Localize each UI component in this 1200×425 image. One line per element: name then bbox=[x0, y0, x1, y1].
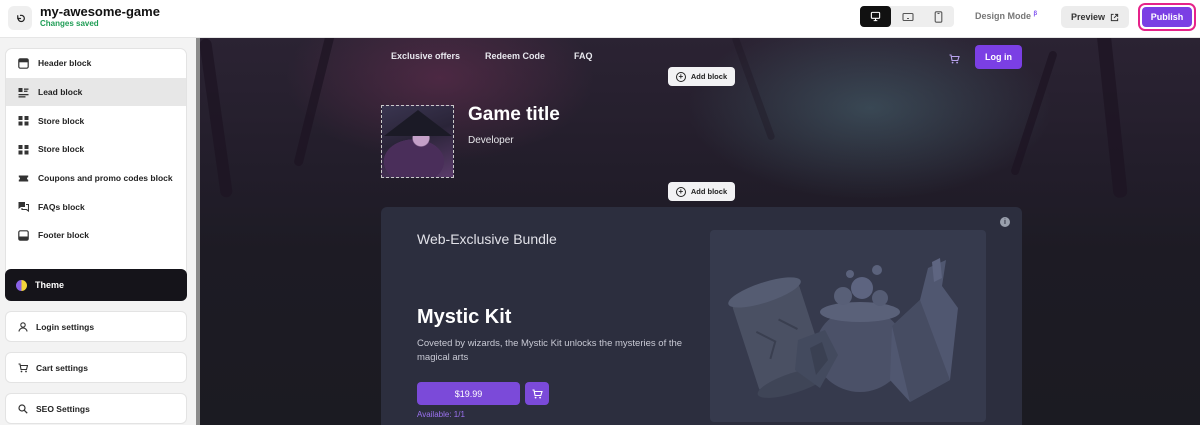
add-block-button[interactable]: + Add block bbox=[668, 182, 735, 201]
coupon-icon bbox=[18, 173, 29, 184]
sidebar-item-label: Lead block bbox=[38, 87, 83, 98]
login-button[interactable]: Log in bbox=[975, 45, 1022, 69]
product-image bbox=[710, 230, 986, 422]
plus-icon: + bbox=[675, 71, 686, 82]
save-status: Changes saved bbox=[40, 19, 99, 28]
seo-settings-label: SEO Settings bbox=[36, 403, 90, 414]
preview-button[interactable]: Preview bbox=[1061, 6, 1129, 28]
login-settings-label: Login settings bbox=[36, 321, 95, 332]
block-list: Header block Lead block Store block Stor… bbox=[5, 48, 187, 298]
sidebar-item-store-block[interactable]: Store block bbox=[6, 135, 186, 164]
publish-highlight: Publish bbox=[1138, 3, 1196, 31]
add-block-label: Add block bbox=[690, 72, 728, 81]
sidebar-item-seo-settings[interactable]: SEO Settings bbox=[5, 393, 187, 424]
sidebar-item-label: FAQs block bbox=[38, 201, 85, 212]
sidebar-item-label: Footer block bbox=[38, 230, 90, 241]
sidebar-item-footer-block[interactable]: Footer block bbox=[6, 221, 186, 250]
footer-block-icon bbox=[18, 230, 29, 241]
tablet-view-button[interactable] bbox=[892, 6, 923, 27]
plus-icon: + bbox=[675, 186, 686, 197]
developer-name[interactable]: Developer bbox=[468, 135, 514, 146]
tablet-landscape-icon bbox=[901, 12, 914, 21]
nav-link-redeem-code[interactable]: Redeem Code bbox=[485, 51, 545, 61]
device-switcher bbox=[860, 6, 954, 27]
sidebar-item-faqs-block[interactable]: FAQs block bbox=[6, 192, 186, 221]
background-tree bbox=[200, 38, 234, 199]
witch-hat-shape bbox=[384, 110, 452, 136]
header-block-icon bbox=[18, 58, 29, 69]
product-name: Mystic Kit bbox=[417, 306, 512, 328]
project-name: my-awesome-game bbox=[40, 4, 160, 19]
background-tree bbox=[731, 38, 776, 141]
sidebar-item-store-block[interactable]: Store block bbox=[6, 106, 186, 135]
mobile-view-button[interactable] bbox=[923, 6, 954, 27]
nav-link-exclusive-offers[interactable]: Exclusive offers bbox=[391, 51, 460, 61]
bundle-label: Web-Exclusive Bundle bbox=[417, 231, 557, 247]
store-block-icon bbox=[18, 115, 29, 126]
add-to-cart-button[interactable] bbox=[525, 382, 549, 405]
lead-block-icon bbox=[18, 87, 29, 98]
beta-badge: β bbox=[1033, 11, 1038, 17]
sidebar-item-login-settings[interactable]: Login settings bbox=[5, 311, 187, 342]
info-icon[interactable]: i bbox=[1000, 217, 1010, 227]
buy-price-button[interactable]: $19.99 bbox=[417, 382, 520, 405]
availability-text: Available: 1/1 bbox=[417, 410, 465, 419]
sidebar-item-lead-block[interactable]: Lead block bbox=[6, 77, 186, 107]
mobile-icon bbox=[934, 10, 943, 23]
sidebar: Header block Lead block Store block Stor… bbox=[0, 38, 196, 425]
add-block-label: Add block bbox=[690, 187, 728, 196]
design-mode-label: Design Mode bbox=[975, 11, 1032, 21]
mystic-kit-illustration bbox=[728, 258, 958, 402]
cart-icon bbox=[18, 362, 28, 372]
sidebar-item-header-block[interactable]: Header block bbox=[6, 49, 186, 78]
back-button[interactable] bbox=[8, 6, 32, 30]
cart-button[interactable] bbox=[949, 51, 960, 69]
cart-icon bbox=[532, 388, 543, 398]
cart-settings-label: Cart settings bbox=[36, 362, 88, 373]
external-link-icon bbox=[1110, 13, 1119, 21]
nav-link-faq[interactable]: FAQ bbox=[574, 51, 593, 61]
sidebar-item-theme[interactable]: Theme bbox=[5, 269, 187, 301]
faq-icon bbox=[18, 201, 29, 213]
top-bar: my-awesome-game Changes saved Design Mod… bbox=[0, 0, 1200, 38]
store-block-icon bbox=[18, 144, 29, 155]
page-preview: Exclusive offers Redeem Code FAQ Log in … bbox=[200, 38, 1200, 425]
background-tree bbox=[1096, 38, 1128, 199]
store-offer-card[interactable]: i Web-Exclusive Bundle Mystic Kit Covete… bbox=[381, 207, 1022, 425]
sidebar-item-coupons-block[interactable]: Coupons and promo codes block bbox=[6, 164, 186, 193]
user-icon bbox=[18, 321, 28, 332]
sidebar-item-label: Coupons and promo codes block bbox=[38, 173, 173, 184]
theme-label: Theme bbox=[35, 280, 65, 290]
theme-icon bbox=[16, 279, 27, 291]
search-icon bbox=[18, 403, 28, 414]
product-description: Coveted by wizards, the Mystic Kit unloc… bbox=[417, 338, 683, 363]
game-cover-image[interactable] bbox=[381, 105, 454, 178]
undo-icon bbox=[16, 14, 25, 22]
sidebar-item-label: Header block bbox=[38, 58, 92, 69]
cart-icon bbox=[949, 54, 960, 64]
desktop-view-button[interactable] bbox=[860, 6, 891, 27]
publish-button[interactable]: Publish bbox=[1142, 7, 1192, 27]
game-title[interactable]: Game title bbox=[468, 104, 560, 126]
add-block-button[interactable]: + Add block bbox=[668, 67, 735, 86]
desktop-icon bbox=[870, 11, 881, 22]
sidebar-item-label: Store block bbox=[38, 144, 85, 155]
sidebar-item-label: Store block bbox=[38, 115, 85, 126]
sidebar-item-cart-settings[interactable]: Cart settings bbox=[5, 352, 187, 383]
design-mode-toggle[interactable]: Design Mode β bbox=[975, 11, 1037, 21]
background-tree bbox=[293, 38, 336, 168]
preview-label: Preview bbox=[1070, 12, 1106, 22]
